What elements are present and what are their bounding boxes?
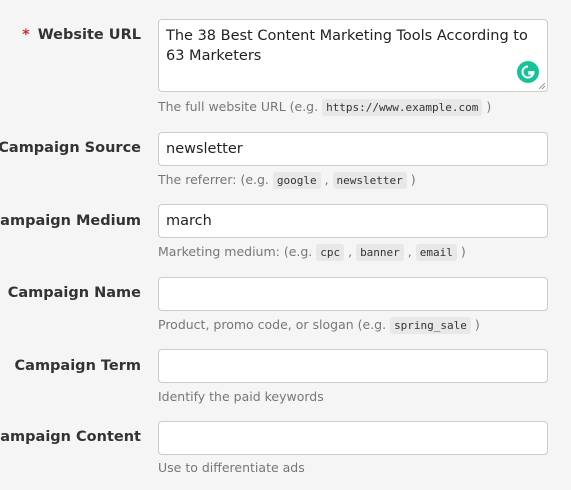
campaign-term-input[interactable] — [158, 349, 548, 383]
campaign-medium-help: Marketing medium: (e.g. cpc , banner , e… — [158, 244, 466, 261]
campaign-content-help: Use to differentiate ads — [158, 460, 305, 475]
campaign-source-input[interactable]: newsletter — [158, 132, 548, 166]
campaign-content-input[interactable] — [158, 421, 548, 455]
grammarly-icon[interactable] — [517, 61, 539, 83]
campaign-source-help: The referrer: (e.g. google , newsletter … — [158, 172, 416, 189]
resize-handle-icon[interactable] — [538, 82, 546, 90]
website-url-label: * Website URL — [22, 27, 141, 43]
website-url-help: The full website URL (e.g. https://www.e… — [158, 99, 492, 116]
required-marker: * — [22, 27, 30, 43]
campaign-term-help: Identify the paid keywords — [158, 389, 324, 404]
website-url-value: The 38 Best Content Marketing Tools Acco… — [166, 28, 528, 64]
campaign-medium-label: Campaign Medium — [0, 213, 141, 229]
campaign-name-label: Campaign Name — [7, 285, 141, 301]
campaign-term-label: Campaign Term — [14, 358, 141, 374]
campaign-name-input[interactable] — [158, 277, 548, 311]
campaign-name-help: Product, promo code, or slogan (e.g. spr… — [158, 317, 480, 334]
website-url-field[interactable]: The 38 Best Content Marketing Tools Acco… — [158, 19, 548, 92]
campaign-content-label: Campaign Content — [0, 429, 141, 445]
campaign-source-label: *Campaign Source — [0, 140, 141, 156]
campaign-medium-input[interactable]: march — [158, 204, 548, 238]
